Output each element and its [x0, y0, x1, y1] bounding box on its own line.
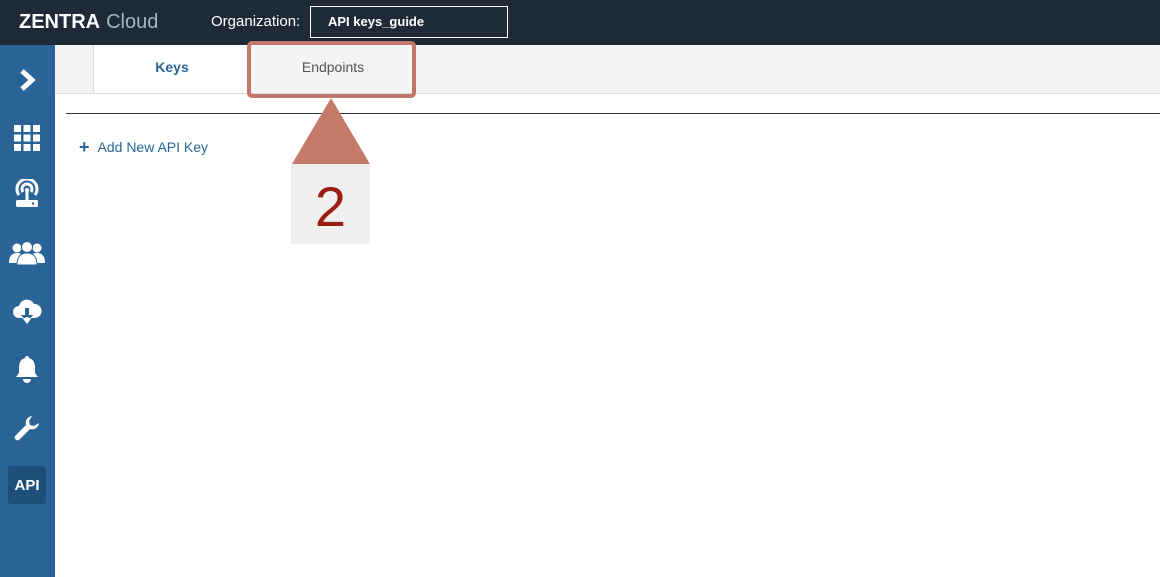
top-bar: ZENTRA Cloud Organization: API keys_guide [0, 0, 1160, 45]
annotation-arrow-icon [292, 98, 370, 164]
annotation-highlight-box [247, 41, 416, 98]
plus-icon: + [79, 137, 90, 157]
sidebar-item-alerts[interactable] [8, 350, 46, 388]
access-point-icon [15, 179, 39, 207]
sidebar: API [0, 45, 55, 577]
brand-name: ZENTRA [19, 11, 101, 33]
annotation-step-number: 2 [291, 164, 370, 244]
organization-selector[interactable]: API keys_guide [310, 6, 508, 38]
sidebar-item-tools[interactable] [8, 409, 46, 447]
brand-suffix: Cloud [106, 11, 159, 33]
organization-label: Organization: [211, 13, 301, 30]
add-new-api-key-link[interactable]: + Add New API Key [79, 137, 208, 157]
content-divider [66, 113, 1160, 114]
app-logo[interactable]: ZENTRA Cloud [19, 10, 158, 34]
api-icon: API [14, 476, 40, 494]
bell-icon [16, 356, 38, 383]
tab-keys[interactable]: Keys [93, 45, 251, 93]
users-icon [9, 241, 45, 265]
add-key-label: Add New API Key [97, 139, 209, 155]
cloud-download-icon [13, 299, 42, 324]
sidebar-item-firmware[interactable] [8, 293, 46, 331]
sidebar-item-api[interactable]: API [8, 466, 46, 504]
grid-icon [14, 125, 40, 151]
sidebar-item-users[interactable] [8, 234, 46, 272]
wrench-icon [14, 416, 39, 441]
sidebar-item-access-points[interactable] [8, 175, 46, 213]
tab-bar: Keys Endpoints [55, 45, 1160, 94]
sidebar-item-dashboard[interactable] [8, 119, 46, 157]
chevron-right-icon [20, 69, 36, 91]
expand-sidebar-button[interactable] [8, 61, 46, 99]
